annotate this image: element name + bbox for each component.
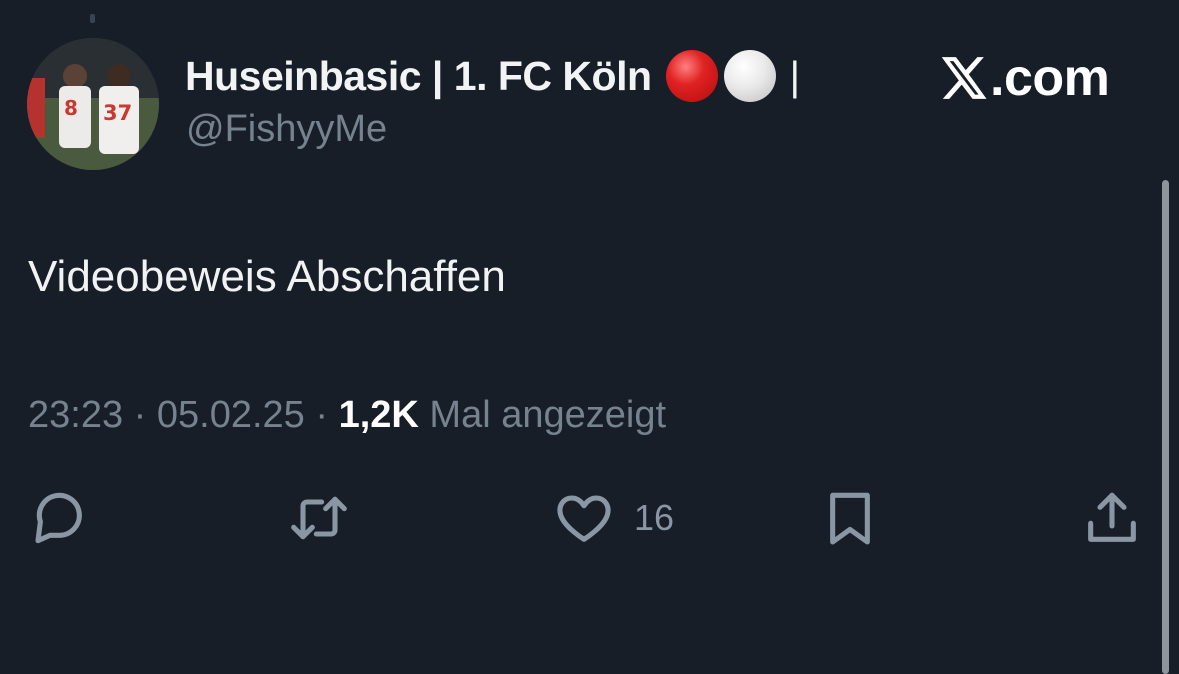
display-name-text[interactable]: Huseinbasic | 1. FC Köln bbox=[185, 53, 652, 100]
bookmark-icon bbox=[830, 492, 870, 545]
share-button[interactable] bbox=[1080, 486, 1144, 550]
red-circle-emoji bbox=[665, 50, 718, 102]
bookmark-button[interactable] bbox=[818, 486, 882, 550]
share-icon bbox=[1088, 492, 1136, 542]
retweet-icon bbox=[291, 496, 347, 540]
view-count: 1,2K bbox=[338, 394, 419, 436]
svg-text:37: 37 bbox=[103, 101, 132, 125]
name-separator: | bbox=[789, 52, 801, 99]
like-count: 16 bbox=[634, 497, 675, 538]
x-logo-icon bbox=[941, 57, 987, 99]
display-name[interactable]: Huseinbasic | 1. FC Köln | bbox=[185, 50, 800, 102]
brand-logo: .com bbox=[938, 48, 1110, 108]
svg-text:8: 8 bbox=[64, 96, 78, 120]
heart-icon bbox=[557, 495, 611, 542]
like-button[interactable]: 16 bbox=[552, 486, 674, 550]
status-indicator bbox=[90, 14, 95, 23]
view-count-label: Mal angezeigt bbox=[429, 394, 667, 436]
tweet-meta: 23:23 · 05.02.25 · 1,2K Mal angezeigt bbox=[28, 394, 666, 437]
tweet-time[interactable]: 23:23 bbox=[28, 394, 123, 436]
brand-text: .com bbox=[990, 49, 1110, 107]
meta-separator: · bbox=[133, 394, 147, 436]
meta-separator: · bbox=[315, 394, 329, 436]
user-handle[interactable]: @FishyyMe bbox=[186, 108, 387, 151]
tweet-date[interactable]: 05.02.25 bbox=[157, 394, 305, 436]
avatar[interactable]: 8 37 bbox=[27, 38, 159, 170]
reply-button[interactable] bbox=[26, 486, 90, 550]
scrollbar[interactable] bbox=[1162, 180, 1169, 674]
reply-icon bbox=[35, 492, 82, 544]
retweet-button[interactable] bbox=[287, 486, 351, 550]
tweet-text: Videobeweis Abschaffen bbox=[28, 252, 506, 301]
white-circle-emoji bbox=[723, 50, 776, 102]
